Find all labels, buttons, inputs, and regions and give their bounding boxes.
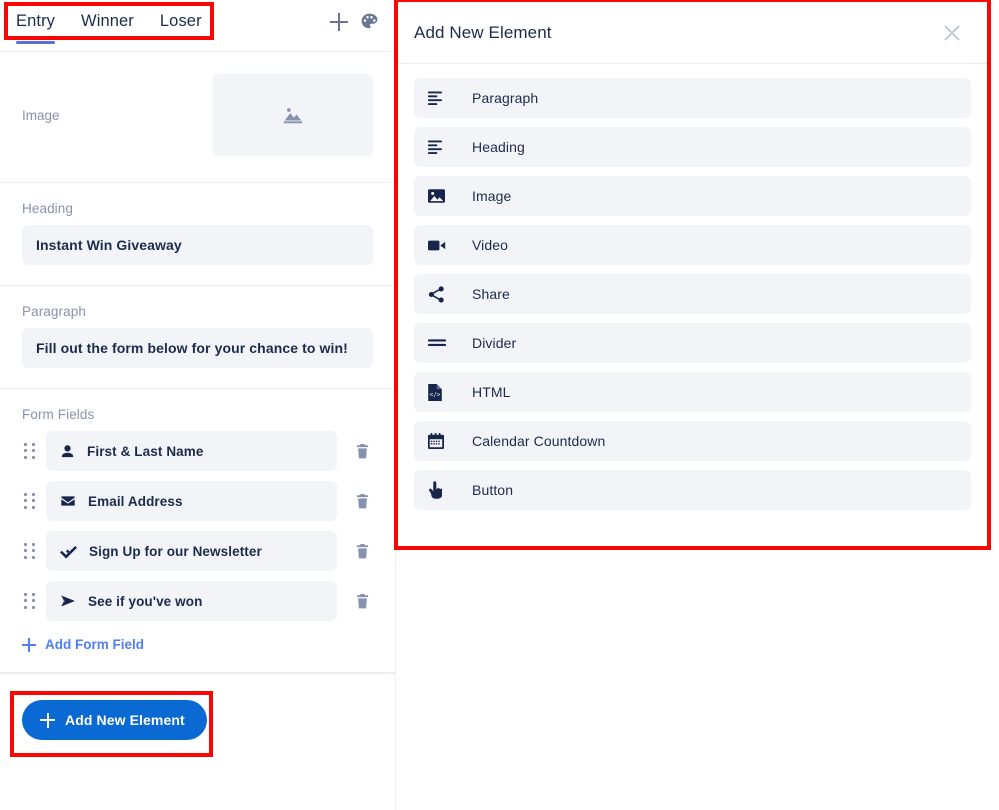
align-left-icon	[428, 91, 456, 106]
drag-handle-icon[interactable]	[22, 590, 38, 612]
modal-body: Paragraph Heading Image Video Share Divi…	[398, 64, 987, 535]
tab-entry[interactable]: Entry	[16, 12, 56, 44]
tab-loser-label: Loser	[159, 12, 202, 30]
image-placeholder-icon	[282, 104, 304, 126]
video-icon	[428, 239, 456, 252]
element-option-label: Button	[472, 482, 514, 498]
element-option-label: Paragraph	[472, 90, 539, 106]
element-option-label: Video	[472, 237, 509, 253]
tab-entry-label: Entry	[16, 12, 56, 30]
modal-title: Add New Element	[414, 22, 552, 42]
form-field-label: Sign Up for our Newsletter	[89, 543, 262, 559]
form-field-row: Email Address	[22, 481, 373, 521]
element-option-label: Calendar Countdown	[472, 433, 606, 449]
app-root: Entry Winner Loser Image Heading Instant…	[0, 0, 999, 810]
element-option-label: Divider	[472, 335, 517, 351]
plus-icon	[22, 637, 36, 652]
form-field-row: See if you've won	[22, 581, 373, 621]
form-field-label: See if you've won	[88, 593, 203, 609]
form-fields-section: Form Fields First & Last Name Email Addr…	[0, 389, 395, 673]
form-field-see-if-youve-won[interactable]: See if you've won	[46, 581, 337, 621]
form-field-email-address[interactable]: Email Address	[46, 481, 337, 521]
drag-handle-icon[interactable]	[22, 490, 38, 512]
svg-text:</>: </>	[430, 391, 441, 398]
element-option-html[interactable]: </> HTML	[414, 372, 971, 412]
add-new-element-modal: Add New Element Paragraph Heading Image …	[398, 2, 987, 546]
envelope-icon	[60, 493, 76, 509]
form-field-label: First & Last Name	[87, 443, 204, 459]
add-new-element-button[interactable]: Add New Element	[22, 700, 207, 740]
element-option-label: Share	[472, 286, 510, 302]
element-option-image[interactable]: Image	[414, 176, 971, 216]
plus-icon	[40, 712, 55, 728]
element-option-heading[interactable]: Heading	[414, 127, 971, 167]
form-field-label: Email Address	[88, 493, 183, 509]
share-icon	[428, 285, 456, 303]
image-icon	[428, 188, 456, 204]
image-section-label: Image	[22, 107, 60, 123]
element-option-paragraph[interactable]: Paragraph	[414, 78, 971, 118]
paragraph-section-label: Paragraph	[22, 304, 86, 319]
paragraph-value-input[interactable]: Fill out the form below for your chance …	[22, 328, 373, 368]
tab-bar: Entry Winner Loser	[0, 0, 395, 52]
user-icon	[60, 444, 75, 459]
tab-winner[interactable]: Winner	[81, 12, 134, 44]
hand-pointer-icon	[428, 481, 456, 499]
divider-icon	[428, 338, 456, 348]
heading-section: Heading Instant Win Giveaway	[0, 183, 395, 286]
element-option-divider[interactable]: Divider	[414, 323, 971, 363]
element-option-label: Image	[472, 188, 512, 204]
element-option-video[interactable]: Video	[414, 225, 971, 265]
drag-handle-icon[interactable]	[22, 440, 38, 462]
form-field-row: Sign Up for our Newsletter	[22, 531, 373, 571]
element-option-button[interactable]: Button	[414, 470, 971, 510]
element-option-label: Heading	[472, 139, 525, 155]
delete-field-trash-icon[interactable]	[351, 590, 373, 612]
calendar-icon	[428, 433, 456, 449]
tab-loser[interactable]: Loser	[160, 12, 202, 44]
delete-field-trash-icon[interactable]	[351, 490, 373, 512]
form-fields-label: Form Fields	[22, 407, 95, 422]
form-field-row: First & Last Name	[22, 431, 373, 471]
element-option-label: HTML	[472, 384, 511, 400]
image-section: Image	[0, 52, 395, 183]
image-placeholder-dropzone[interactable]	[213, 74, 373, 156]
drag-handle-icon[interactable]	[22, 540, 38, 562]
align-left-icon	[428, 140, 456, 155]
paragraph-section: Paragraph Fill out the form below for yo…	[0, 286, 395, 389]
tab-list: Entry Winner Loser	[16, 0, 202, 44]
add-form-field-label: Add Form Field	[45, 637, 144, 652]
add-form-field-button[interactable]: Add Form Field	[22, 637, 373, 652]
tab-winner-label: Winner	[81, 12, 134, 30]
delete-field-trash-icon[interactable]	[351, 440, 373, 462]
code-file-icon: </>	[428, 383, 456, 401]
tab-bar-actions	[330, 0, 379, 31]
plus-icon[interactable]	[330, 12, 348, 31]
form-field-first-last-name[interactable]: First & Last Name	[46, 431, 337, 471]
paper-plane-icon	[60, 593, 76, 609]
delete-field-trash-icon[interactable]	[351, 540, 373, 562]
element-option-calendar-countdown[interactable]: Calendar Countdown	[414, 421, 971, 461]
heading-section-label: Heading	[22, 201, 73, 216]
add-new-element-label: Add New Element	[65, 712, 185, 728]
left-panel-footer: Add New Element	[0, 673, 395, 766]
element-option-share[interactable]: Share	[414, 274, 971, 314]
modal-header: Add New Element	[398, 2, 987, 64]
palette-icon[interactable]	[360, 12, 379, 31]
close-icon[interactable]	[941, 22, 963, 44]
form-field-newsletter-signup[interactable]: Sign Up for our Newsletter	[46, 531, 337, 571]
double-check-icon	[60, 544, 77, 559]
heading-value-input[interactable]: Instant Win Giveaway	[22, 225, 373, 265]
left-editor-panel: Entry Winner Loser Image Heading Instant…	[0, 0, 396, 810]
